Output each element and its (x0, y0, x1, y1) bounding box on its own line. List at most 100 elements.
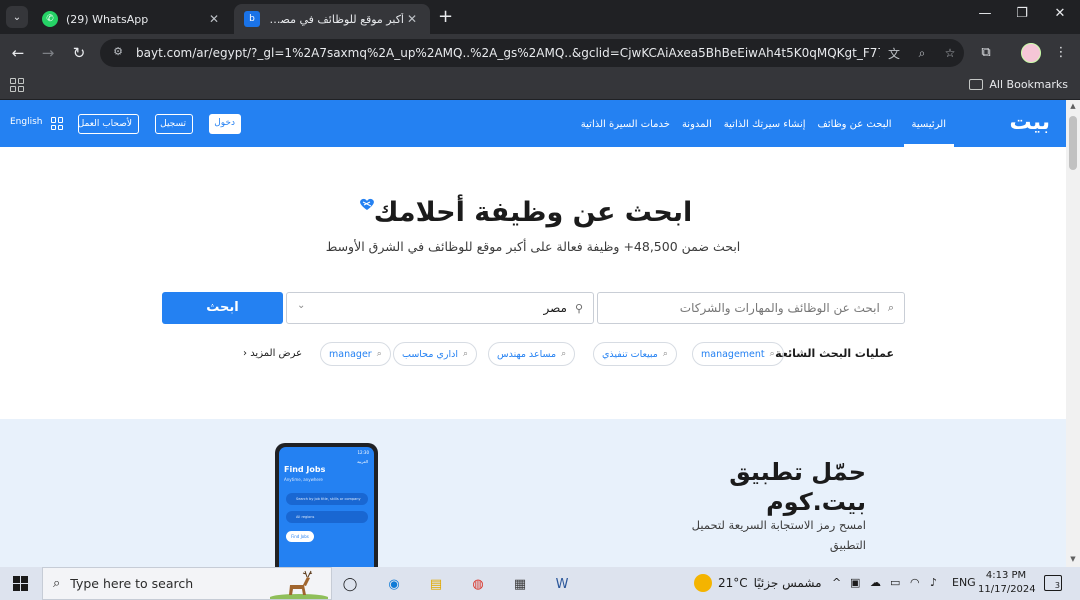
phone-lang-label: العربية (357, 459, 368, 464)
popular-chip[interactable]: ⌕ مبيعات تنفيذي (593, 342, 677, 366)
weather-condition: مشمس جزئيًا (753, 576, 822, 590)
wifi-icon[interactable]: ◠ (910, 576, 920, 589)
show-hidden-icons-icon[interactable]: ^ (832, 576, 841, 589)
page-scrollbar[interactable]: ▲ ▼ (1066, 100, 1080, 567)
site-info-icon[interactable]: ⚙ (110, 45, 126, 61)
phone-title: Find Jobs (284, 465, 326, 474)
show-more-link[interactable]: عرض المزيد ‹ (243, 348, 302, 359)
scrollbar-thumb[interactable] (1069, 116, 1077, 170)
close-icon[interactable]: ✕ (404, 12, 420, 26)
hero-title: ابحث عن وظيفة أحلامك (373, 197, 693, 228)
scroll-up-icon[interactable]: ▲ (1069, 102, 1077, 110)
menu-icon[interactable]: ⋮ (1050, 43, 1072, 63)
all-bookmarks-button[interactable]: All Bookmarks (969, 78, 1068, 91)
whatsapp-icon: ✆ (42, 11, 58, 27)
apps-grid-icon[interactable] (10, 78, 24, 92)
forward-icon[interactable]: → (38, 43, 58, 63)
notification-count: 3 (1054, 581, 1060, 590)
site-header: بيت الرئيسية البحث عن وظائف إنشاء سيرتك … (0, 100, 1066, 147)
reload-icon[interactable]: ↻ (69, 43, 89, 63)
app-download-section: حمّل تطبيق بيت.كوم امسح رمز الاستجابة ال… (0, 419, 1066, 567)
weather-sun-icon (694, 574, 712, 592)
clock-time: 4:13 PM (985, 570, 1027, 581)
clock-date: 11/17/2024 (978, 584, 1036, 595)
chip-label: مبيعات تنفيذي (602, 348, 658, 360)
tab-search-icon[interactable]: ⌄ (6, 6, 28, 28)
windows-start-icon[interactable] (13, 576, 28, 591)
popular-chip[interactable]: ⌕ management (692, 342, 784, 366)
onedrive-icon[interactable]: ☁ (870, 576, 881, 589)
search-icon: ⌕ (376, 349, 382, 359)
app-promo-title-line1: حمّل تطبيق (729, 458, 866, 486)
phone-find-button: Find Jobs (286, 531, 314, 542)
extensions-icon[interactable]: ⧉ (975, 43, 997, 63)
minimize-icon[interactable]: — (970, 6, 1000, 21)
notification-center-icon[interactable]: 3 (1044, 575, 1062, 591)
language-switch-link[interactable]: English (10, 117, 43, 127)
volume-icon[interactable]: ♪ (930, 576, 937, 589)
tab-bayt[interactable]: b أكبر موقع للوظائف في مصر - بيت ✕ (234, 4, 430, 34)
input-language[interactable]: ENG (952, 576, 976, 589)
edge-icon[interactable]: ◉ (382, 572, 406, 596)
nav-job-search[interactable]: البحث عن وظائف (818, 100, 892, 147)
phone-mockup-image: 12:30 العربية Find Jobs Anytime, anywher… (275, 443, 378, 567)
employers-button[interactable]: لأصحاب العمل (78, 114, 139, 134)
task-view-icon[interactable]: ◯ (338, 572, 362, 596)
app-promo-subtitle: امسح رمز الاستجابة السريعة لتحميل التطبي… (691, 518, 866, 552)
popular-chip[interactable]: ⌕ اداري محاسب (393, 342, 478, 366)
chrome-icon[interactable]: ◍ (466, 572, 490, 596)
popular-chip[interactable]: ⌕ manager (320, 342, 391, 366)
location-select[interactable]: ⚲ مصر ⌄ (286, 292, 594, 324)
app-promo-title-line2: بيت.كوم (766, 488, 866, 516)
word-icon[interactable]: W (550, 572, 574, 596)
popular-chip[interactable]: ⌕ مساعد مهندس (488, 342, 576, 366)
phone-screen: 12:30 العربية Find Jobs Anytime, anywher… (279, 447, 374, 567)
bookmark-star-icon[interactable]: ☆ (936, 46, 964, 60)
apps-menu-icon[interactable] (50, 117, 63, 130)
location-pin-icon: ⚲ (574, 301, 583, 315)
zoom-icon[interactable]: ⌕ (908, 46, 936, 61)
nav-blog[interactable]: المدونة (682, 100, 712, 147)
hero-subtitle: ابحث ضمن 48,500+ وظيفة فعالة على أكبر مو… (325, 239, 741, 254)
new-tab-icon[interactable]: + (438, 7, 453, 27)
chip-label: مساعد مهندس (497, 348, 557, 360)
chevron-left-icon: ‹ (243, 348, 247, 359)
phone-search-field: Search by job title, skills or company (286, 493, 368, 505)
search-icon: ⌕ (53, 576, 61, 591)
folder-icon (969, 79, 984, 90)
close-window-icon[interactable]: ✕ (1045, 6, 1075, 21)
nav-cv-services[interactable]: خدمات السيرة الذاتية (581, 100, 670, 147)
weather-widget[interactable]: 21°C مشمس جزئيًا (694, 574, 822, 592)
restore-icon[interactable]: ❐ (1007, 6, 1037, 21)
main-nav: الرئيسية البحث عن وظائف إنشاء سيرتك الذا… (581, 100, 954, 147)
bayt-favicon-icon: b (244, 11, 260, 27)
nav-create-cv[interactable]: إنشاء سيرتك الذاتية (724, 100, 806, 147)
search-button[interactable]: ابحث (162, 292, 283, 324)
nav-home[interactable]: الرئيسية (903, 100, 954, 147)
tab-whatsapp[interactable]: ✆ (29) WhatsApp ✕ (32, 4, 232, 34)
page-viewport: بيت الرئيسية البحث عن وظائف إنشاء سيرتك … (0, 100, 1066, 567)
calculator-icon[interactable]: ▦ (508, 572, 532, 596)
show-more-label: عرض المزيد (250, 348, 303, 359)
url-text[interactable]: bayt.com/ar/egypt/?_gl=1%2A7saxmq%2A_up%… (136, 46, 880, 60)
translate-icon[interactable]: 文 (880, 45, 908, 62)
browser-tab-bar: ⌄ ✆ (29) WhatsApp ✕ b أكبر موقع للوظائف … (0, 0, 1080, 34)
bayt-logo[interactable]: بيت (1009, 112, 1050, 134)
app-promo-title: حمّل تطبيق بيت.كوم (729, 457, 866, 517)
search-icon: ⌕ (662, 349, 668, 359)
back-icon[interactable]: ← (8, 43, 28, 63)
register-button[interactable]: تسجيل (155, 114, 193, 134)
address-bar[interactable]: ⚙ bayt.com/ar/egypt/?_gl=1%2A7saxmq%2A_u… (100, 39, 964, 67)
scroll-down-icon[interactable]: ▼ (1069, 555, 1077, 563)
search-icon: ⌕ (887, 301, 894, 314)
system-clock[interactable]: 4:13 PM 11/17/2024 (978, 569, 1036, 597)
meet-now-icon[interactable]: ▣ (850, 576, 860, 589)
location-value: مصر (543, 301, 567, 315)
battery-icon[interactable]: ▭ (890, 576, 900, 589)
tab-title: أكبر موقع للوظائف في مصر - بيت (268, 12, 404, 26)
file-explorer-icon[interactable]: ▤ (424, 572, 448, 596)
close-icon[interactable]: ✕ (206, 12, 222, 26)
profile-avatar[interactable] (1021, 43, 1041, 63)
keyword-search-input[interactable]: ⌕ ابحث عن الوظائف والمهارات والشركات (597, 292, 905, 324)
login-button[interactable]: دخول (209, 114, 241, 134)
